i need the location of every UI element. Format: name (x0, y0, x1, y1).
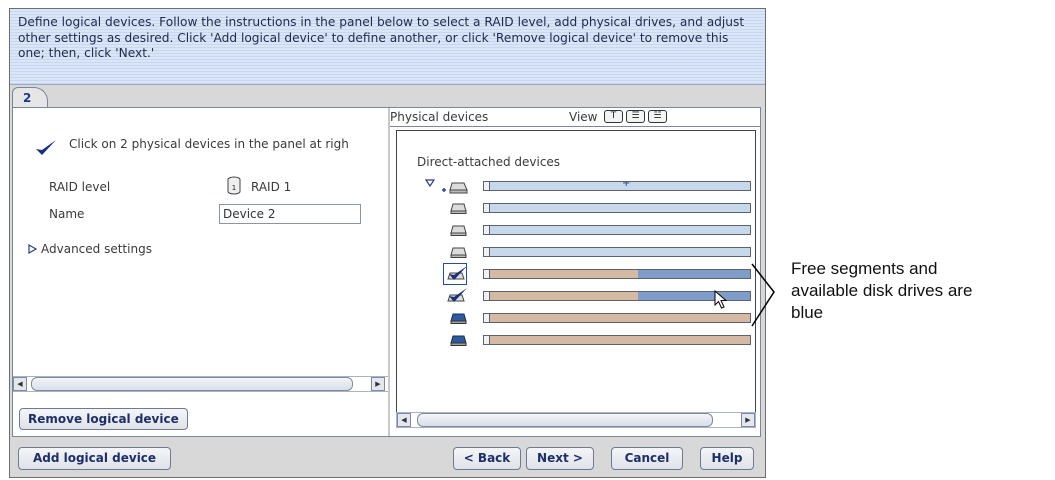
device-row[interactable] (397, 329, 755, 351)
cancel-button[interactable]: Cancel (611, 447, 683, 470)
selection-instruction: Click on 2 physical devices in the panel… (69, 137, 349, 151)
physical-devices-pane: Physical devices View T ☰ ☱ Direct-attac… (390, 108, 760, 436)
view-list-button[interactable]: ☰ (626, 110, 645, 123)
raid-level-label: RAID level (49, 180, 111, 194)
callout-line: blue (791, 303, 824, 322)
device-capacity-bar[interactable] (483, 291, 751, 301)
callout-bracket (751, 263, 775, 327)
device-row[interactable] (397, 197, 755, 219)
view-label: View (569, 110, 598, 124)
help-button[interactable]: Help (700, 447, 754, 470)
device-row[interactable] (397, 307, 755, 329)
device-capacity-bar[interactable] (483, 335, 751, 345)
checkmark-icon (36, 140, 56, 155)
advanced-settings-toggle[interactable]: Advanced settings (41, 242, 152, 256)
direct-attached-label: Direct-attached devices (417, 155, 561, 169)
scroll-right-button[interactable]: ▶ (371, 377, 385, 391)
selected-drive-check-icon (447, 266, 467, 280)
device-row-selected[interactable] (397, 285, 755, 309)
tab-device-2[interactable]: 2 (12, 87, 48, 109)
collapse-triangle-icon[interactable] (425, 179, 435, 187)
physical-devices-title: Physical devices (390, 110, 489, 124)
disk-drive-icon (450, 203, 467, 214)
svg-text:1: 1 (232, 184, 236, 192)
device-row-selected[interactable] (397, 263, 755, 285)
expand-triangle-icon[interactable] (28, 244, 37, 254)
back-button[interactable]: < Back (453, 447, 521, 470)
physical-devices-header: Physical devices View T ☰ ☱ (390, 108, 760, 127)
next-button[interactable]: Next > (526, 447, 594, 470)
device-row[interactable]: + (397, 175, 755, 197)
enclosure-icon (442, 182, 468, 194)
scroll-thumb[interactable] (417, 413, 713, 427)
view-text-button[interactable]: T (604, 110, 623, 123)
scroll-left-button[interactable]: ◀ (13, 377, 27, 391)
used-disk-drive-icon (450, 335, 467, 346)
device-capacity-bar[interactable] (483, 203, 751, 213)
add-logical-device-button[interactable]: Add logical device (18, 447, 171, 470)
device-row[interactable] (397, 241, 755, 263)
right-horizontal-scrollbar[interactable]: ◀ ▶ (396, 412, 756, 428)
scroll-right-button[interactable]: ▶ (741, 413, 755, 427)
device-capacity-bar[interactable]: + (483, 181, 751, 191)
disk-drive-icon (450, 225, 467, 236)
left-horizontal-scrollbar[interactable]: ◀ ▶ (13, 376, 388, 392)
scroll-thumb[interactable] (31, 377, 353, 391)
device-capacity-bar[interactable] (483, 313, 751, 323)
direct-attached-devices-panel: Direct-attached devices + (396, 130, 756, 412)
callout-line: Free segments and (791, 259, 938, 278)
wizard-window: Define logical devices. Follow the instr… (9, 8, 766, 478)
wizard-button-bar: Add logical device < Back Next > Cancel … (10, 441, 765, 477)
remove-logical-device-button[interactable]: Remove logical device (19, 408, 188, 430)
callout-text: Free segments and available disk drives … (791, 258, 972, 324)
disk-drive-icon (450, 247, 467, 258)
device-capacity-bar[interactable] (483, 247, 751, 257)
device-row[interactable] (397, 219, 755, 241)
used-disk-drive-icon (450, 313, 467, 324)
tab-strip: 2 (10, 85, 765, 109)
view-detail-button[interactable]: ☱ (648, 110, 667, 123)
device-name-field[interactable]: Device 2 (219, 204, 361, 224)
instructions-text: Define logical devices. Follow the instr… (10, 9, 765, 85)
raid-disk-icon: 1 (227, 176, 241, 195)
name-label: Name (49, 207, 85, 221)
raid-level-value[interactable]: RAID 1 (251, 180, 291, 194)
callout-line: available disk drives are (791, 281, 973, 300)
device-capacity-bar[interactable] (483, 225, 751, 235)
scroll-left-button[interactable]: ◀ (397, 413, 411, 427)
selected-drive-check-icon (447, 288, 467, 302)
device-capacity-bar[interactable] (483, 269, 751, 279)
device-settings-pane: Click on 2 physical devices in the panel… (13, 108, 388, 436)
logical-device-panel: Click on 2 physical devices in the panel… (12, 107, 761, 437)
